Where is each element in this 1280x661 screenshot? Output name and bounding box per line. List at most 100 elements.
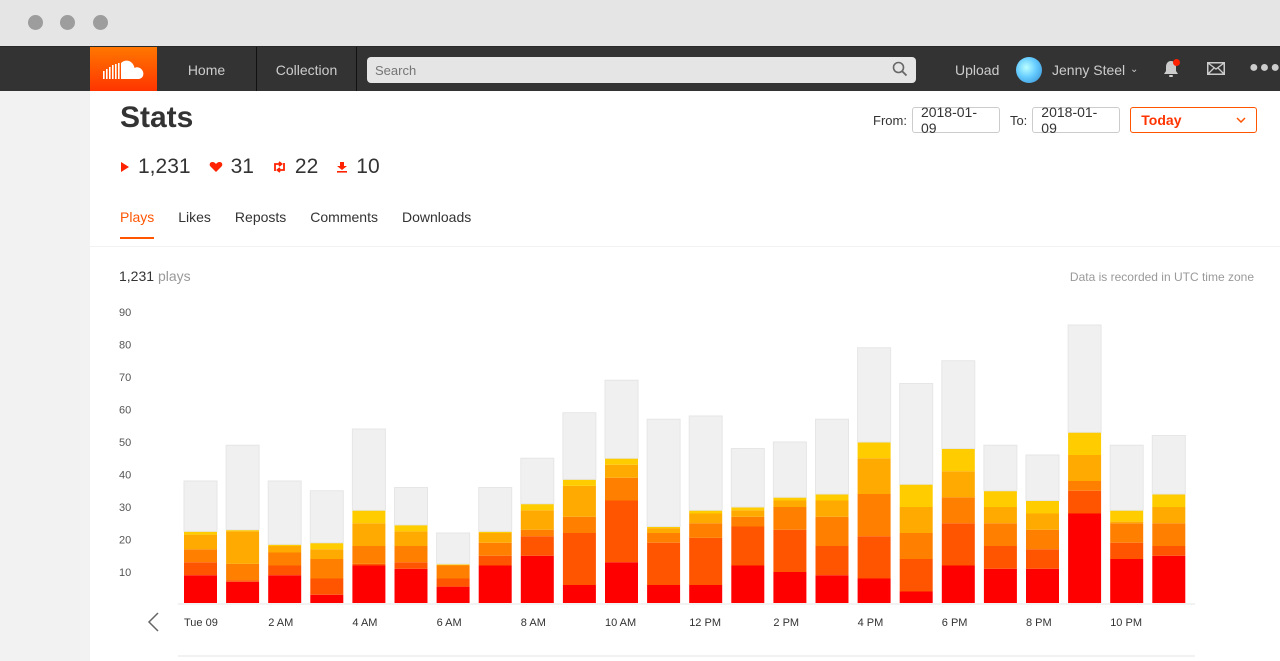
bar-segment-layer-3 xyxy=(478,542,512,556)
bar-segment-layer-3 xyxy=(1068,481,1102,491)
bar-09[interactable] xyxy=(562,412,597,605)
bar-01[interactable] xyxy=(225,444,260,605)
y-tick-label: 80 xyxy=(119,340,131,352)
bar-segment-layer-2 xyxy=(352,563,386,566)
bar-20[interactable] xyxy=(1025,454,1060,605)
bar-segment-layer-1 xyxy=(268,575,302,605)
bar-21[interactable] xyxy=(1067,324,1102,605)
bar-17[interactable] xyxy=(899,383,934,605)
bar-segment-layer-3 xyxy=(520,529,554,537)
chevron-left-icon[interactable] xyxy=(147,612,159,632)
bar-segment-layer-5 xyxy=(941,448,975,472)
bar-segment-remaining xyxy=(772,441,807,498)
bar-segment-layer-3 xyxy=(647,533,681,543)
bar-23[interactable] xyxy=(1151,435,1186,605)
bar-segment-layer-4 xyxy=(1068,455,1102,481)
y-tick-label: 40 xyxy=(119,470,131,482)
x-tick-label: 6 PM xyxy=(942,617,968,629)
bar-10[interactable] xyxy=(604,379,639,605)
bar-segment-layer-4 xyxy=(562,485,596,517)
bar-segment-layer-4 xyxy=(899,507,933,533)
x-tick-label: 6 AM xyxy=(437,617,462,629)
bar-segment-remaining xyxy=(183,480,218,532)
bar-segment-layer-2 xyxy=(268,565,302,576)
bar-segment-layer-4 xyxy=(689,513,723,524)
bar-07[interactable] xyxy=(478,487,513,605)
bar-19[interactable] xyxy=(983,444,1018,605)
bar-segment-layer-5 xyxy=(1152,494,1186,507)
bar-segment-remaining xyxy=(941,360,976,449)
bar-segment-remaining xyxy=(815,418,849,495)
bar-segment-layer-2 xyxy=(647,542,681,585)
x-tick-label: 10 PM xyxy=(1110,617,1142,629)
bar-segment-remaining xyxy=(225,444,260,531)
bar-segment-layer-4 xyxy=(605,464,638,478)
bar-02[interactable] xyxy=(267,480,302,605)
bar-segment-layer-3 xyxy=(226,563,260,581)
bar-segment-layer-5 xyxy=(1110,510,1144,522)
bar-segment-layer-3 xyxy=(983,523,1017,546)
bar-segment-layer-1 xyxy=(1068,513,1102,605)
bar-11[interactable] xyxy=(646,418,681,605)
bar-segment-layer-2 xyxy=(941,523,975,566)
bar-segment-remaining xyxy=(351,428,386,511)
y-tick-label: 20 xyxy=(119,535,131,547)
bar-segment-remaining xyxy=(983,444,1018,492)
bar-segment-layer-5 xyxy=(1068,432,1102,455)
bar-segment-layer-4 xyxy=(520,510,554,530)
bar-segment-layer-4 xyxy=(857,458,891,494)
bar-segment-layer-2 xyxy=(1026,549,1059,569)
bar-06[interactable] xyxy=(436,532,471,605)
bar-16[interactable] xyxy=(857,347,892,605)
bar-segment-remaining xyxy=(520,457,555,505)
bar-segment-layer-1 xyxy=(731,565,765,605)
bar-segment-layer-4 xyxy=(184,534,217,550)
bar-segment-layer-1 xyxy=(478,565,512,605)
bar-15[interactable] xyxy=(815,418,849,605)
bar-segment-layer-1 xyxy=(520,555,554,605)
bar-segment-layer-5 xyxy=(394,524,428,532)
bar-13[interactable] xyxy=(730,448,765,605)
bar-segment-layer-4 xyxy=(1110,521,1144,524)
bar-05[interactable] xyxy=(394,487,428,605)
bar-00[interactable] xyxy=(183,480,218,605)
bar-segment-layer-5 xyxy=(562,479,596,486)
bar-12[interactable] xyxy=(688,415,723,605)
plays-chart: 10 20 30 40 50 60 70 80 90 Tue 09 2 AM 4 AM 6 AM 8 A… xyxy=(119,307,1195,657)
bar-segment-remaining xyxy=(604,379,639,459)
bar-segment-layer-4 xyxy=(941,471,975,498)
bar-segment-layer-2 xyxy=(1110,542,1144,559)
bar-segment-layer-1 xyxy=(605,562,638,605)
x-tick-label: 4 AM xyxy=(352,617,377,629)
bar-14[interactable] xyxy=(772,441,807,605)
bar-segment-layer-5 xyxy=(815,494,849,501)
bar-segment-layer-2 xyxy=(731,526,765,566)
bar-segment-remaining xyxy=(1151,435,1186,495)
bar-segment-layer-2 xyxy=(773,529,807,572)
bar-segment-layer-1 xyxy=(1110,559,1144,605)
bar-segment-layer-5 xyxy=(899,484,933,507)
bar-03[interactable] xyxy=(309,490,344,605)
bar-segment-layer-4 xyxy=(1152,507,1186,524)
bar-segment-remaining xyxy=(478,487,513,532)
x-tick-label: 8 PM xyxy=(1026,617,1052,629)
bar-segment-layer-2 xyxy=(226,580,260,582)
bar-segment-layer-1 xyxy=(941,565,975,605)
bar-segment-layer-3 xyxy=(899,533,933,559)
bar-segment-layer-5 xyxy=(352,510,386,524)
bar-18[interactable] xyxy=(941,360,976,605)
bar-segment-remaining xyxy=(1109,444,1144,511)
bar-segment-layer-4 xyxy=(815,500,849,517)
bar-segment-remaining xyxy=(857,347,892,443)
bar-segment-layer-4 xyxy=(773,500,807,507)
bar-segment-layer-1 xyxy=(394,568,428,605)
bar-22[interactable] xyxy=(1109,444,1144,605)
bar-segment-remaining xyxy=(1067,324,1102,433)
bar-segment-layer-5 xyxy=(1026,500,1059,514)
bar-segment-layer-3 xyxy=(436,565,470,579)
bar-segment-layer-5 xyxy=(310,542,344,550)
bar-04[interactable] xyxy=(351,428,386,605)
bar-08[interactable] xyxy=(520,457,555,605)
bar-segment-layer-3 xyxy=(941,497,975,524)
bar-segment-layer-2 xyxy=(983,546,1017,569)
